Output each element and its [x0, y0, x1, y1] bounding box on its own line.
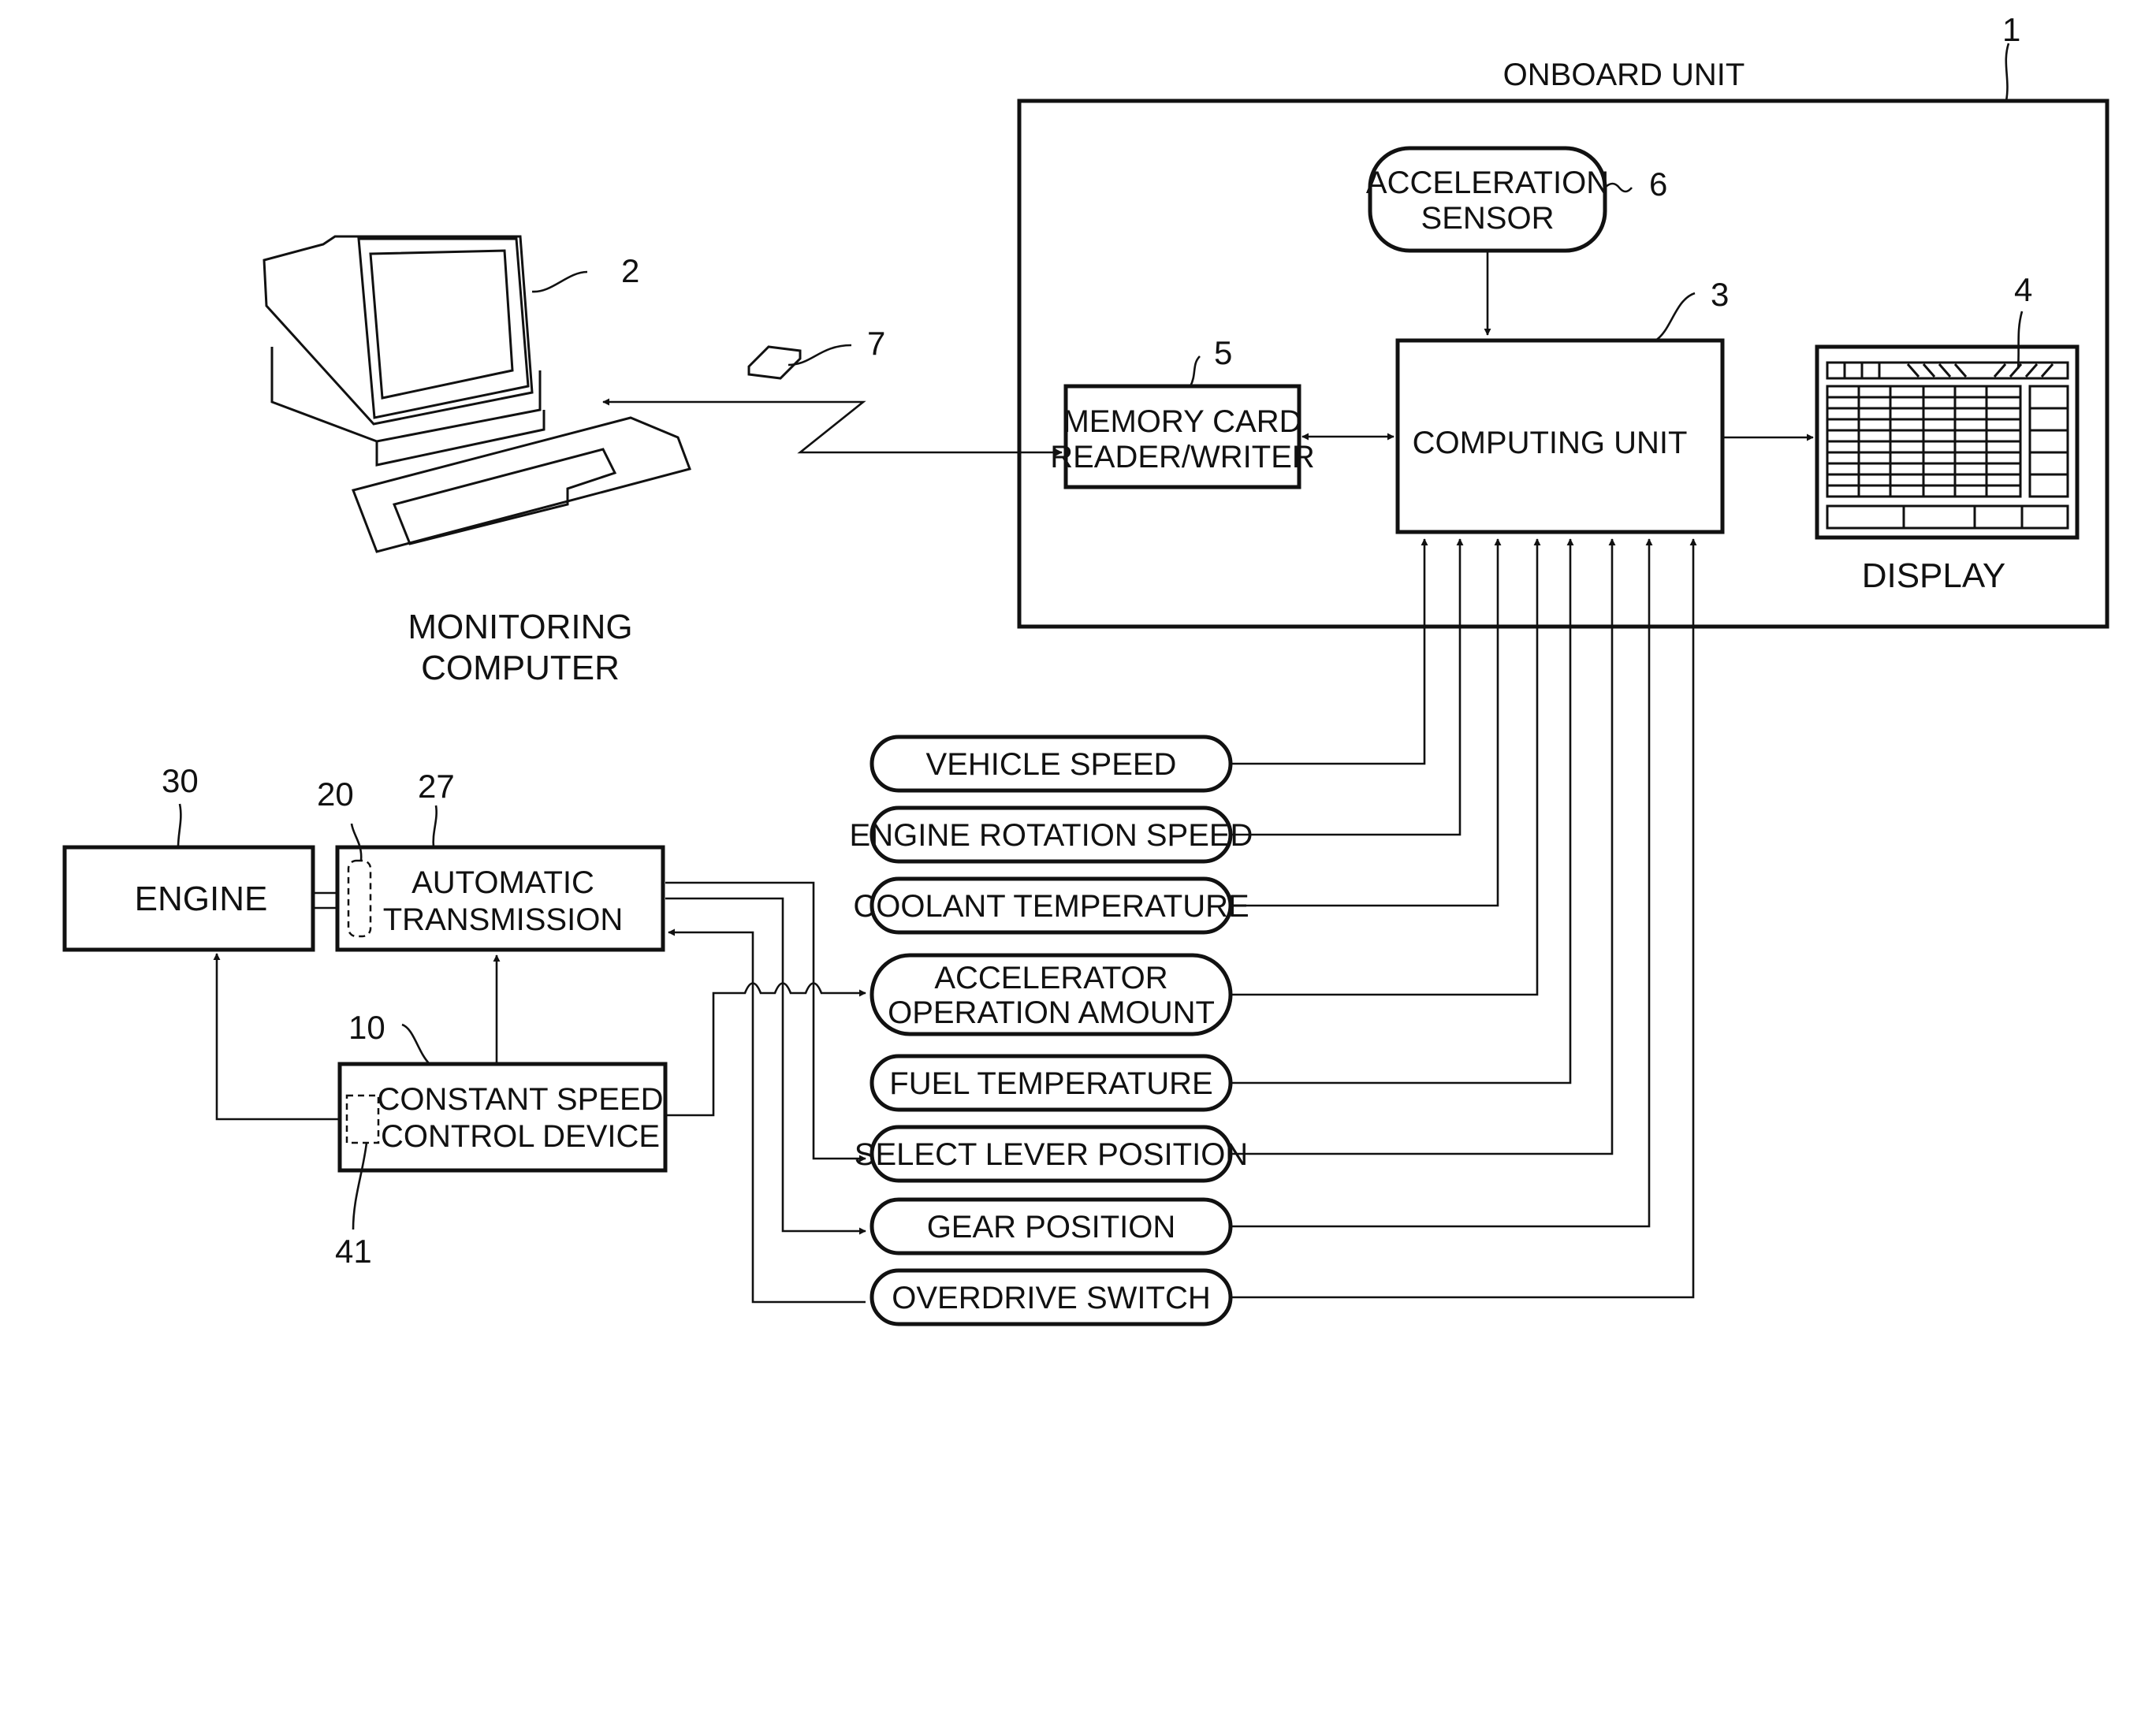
acceleration-sensor-line-2: SENSOR: [1421, 201, 1555, 236]
memory-card-reader-writer-line-1: MEMORY CARD: [1063, 404, 1301, 439]
computing-unit-ref: 3: [1711, 276, 1729, 313]
constant-speed-control-line-1: CONSTANT SPEED: [377, 1082, 663, 1117]
signal-wire-5: [1231, 538, 1616, 1155]
signal-label: GEAR POSITION: [927, 1210, 1176, 1244]
signal-label: ENGINE ROTATION SPEED: [850, 818, 1253, 853]
automatic-transmission-leader: [432, 805, 438, 848]
automatic-transmission-line-1: AUTOMATIC: [411, 865, 594, 900]
engine-ref: 30: [162, 762, 199, 799]
overdrive-to-transmission-line: [668, 928, 866, 1304]
signal-label: COOLANT TEMPERATURE: [853, 889, 1249, 924]
constant-speed-control-line-2: CONTROL DEVICE: [381, 1119, 660, 1154]
automatic-transmission-line-2: TRANSMISSION: [383, 902, 623, 937]
signal-source-4[interactable]: FUEL TEMPERATURE: [869, 1054, 1233, 1112]
display-label: DISPLAY: [1862, 556, 2006, 595]
engine-leader: [177, 803, 182, 848]
signal-label: ACCELERATOR: [934, 961, 1167, 995]
signal-wires: [1231, 538, 1697, 1299]
control-to-engine-arrow: [213, 953, 340, 1121]
constant-speed-control-shape[interactable]: [337, 1062, 668, 1173]
signal-source-2[interactable]: COOLANT TEMPERATURE: [853, 876, 1249, 935]
signal-source-1[interactable]: ENGINE ROTATION SPEED: [850, 805, 1253, 864]
automatic-transmission[interactable]: AUTOMATIC TRANSMISSION 27 20: [317, 768, 665, 952]
monitoring-computer-line-1: MONITORING: [408, 608, 632, 646]
signal-source-0[interactable]: VEHICLE SPEED: [869, 735, 1233, 793]
constant-speed-control-ref: 10: [348, 1009, 385, 1046]
data-transfer-link: [602, 398, 1063, 456]
monitoring-computer-line-2: COMPUTER: [421, 649, 620, 687]
memory-card-ref: 7: [867, 325, 885, 362]
signal-source-6[interactable]: GEAR POSITION: [869, 1197, 1233, 1256]
acceleration-sensor-line-1: ACCELERATION: [1366, 166, 1609, 200]
signal-wire-7: [1231, 538, 1697, 1299]
signal-label: OPERATION AMOUNT: [888, 995, 1215, 1030]
engine-label: ENGINE: [135, 880, 268, 918]
signal-label: OVERDRIVE SWITCH: [892, 1281, 1210, 1315]
monitoring-computer-ref: 2: [621, 252, 639, 289]
monitoring-computer[interactable]: 2 MONITORING COMPUTER: [263, 235, 691, 687]
onboard-unit-leader: [2005, 43, 2010, 102]
automatic-transmission-ref: 27: [418, 768, 455, 805]
control-to-accelerator-line: [665, 982, 866, 1117]
torque-converter-ref: 20: [317, 776, 354, 813]
onboard-unit-title: ONBOARD UNIT: [1503, 58, 1745, 92]
signal-label: FUEL TEMPERATURE: [889, 1066, 1212, 1101]
memory-card-reader-writer-ref: 5: [1214, 334, 1232, 371]
signal-source-3[interactable]: ACCELERATOROPERATION AMOUNT: [869, 953, 1233, 1036]
engine[interactable]: ENGINE 30: [62, 762, 315, 952]
signal-source-7[interactable]: OVERDRIVE SWITCH: [869, 1268, 1233, 1326]
constant-speed-control-leader: [401, 1023, 430, 1065]
signal-source-5[interactable]: SELECT LEVER POSITION: [855, 1125, 1248, 1183]
display-ref: 4: [2014, 271, 2032, 308]
signal-label: VEHICLE SPEED: [926, 747, 1177, 782]
control-sub-unit-ref: 41: [335, 1233, 372, 1270]
memory-card[interactable]: 7: [747, 325, 885, 380]
computing-unit-label: COMPUTING UNIT: [1413, 426, 1688, 460]
acceleration-sensor-ref: 6: [1649, 166, 1667, 203]
transmission-to-gear-position-line: [665, 897, 866, 1235]
memory-card-icon[interactable]: [747, 345, 802, 380]
signal-label: SELECT LEVER POSITION: [855, 1137, 1248, 1172]
memory-card-reader-writer-line-2: READER/WRITER: [1050, 440, 1315, 474]
monitoring-computer-leader: [531, 270, 588, 293]
constant-speed-control-device[interactable]: CONSTANT SPEED CONTROL DEVICE 10 41: [335, 1009, 668, 1270]
transmission-to-select-lever-line: [665, 881, 866, 1163]
signal-sources: VEHICLE SPEED ENGINE ROTATION SPEED COOLAN…: [850, 735, 1253, 1326]
system-block-diagram: ONBOARD UNIT 1 ACCELERATION SENSOR 6 COM…: [62, 11, 2109, 1326]
signal-wire-6: [1231, 538, 1653, 1228]
onboard-unit-ref: 1: [2002, 11, 2020, 48]
